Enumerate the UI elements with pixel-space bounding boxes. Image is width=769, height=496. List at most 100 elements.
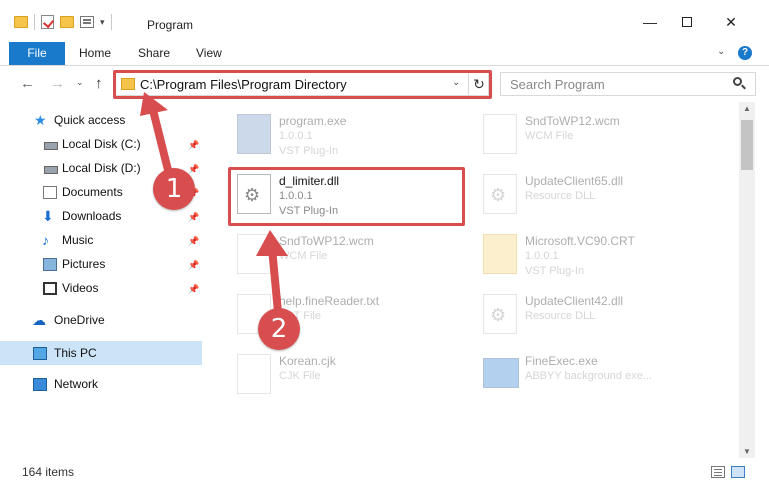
drive-icon — [44, 141, 58, 150]
search-icon[interactable] — [733, 77, 746, 90]
folder-icon — [483, 234, 517, 274]
search-placeholder: Search Program — [510, 77, 605, 92]
help-icon[interactable]: ? — [738, 46, 752, 60]
file-name: SndToWP12.wcm — [525, 114, 620, 128]
nav-label: Local Disk (C:) — [62, 137, 141, 151]
close-button[interactable]: ✕ — [711, 10, 751, 34]
maximize-button[interactable] — [667, 10, 707, 34]
navigation-pane: ★ Quick access Local Disk (C:) 📌 Local D… — [0, 102, 205, 458]
sidebar-item-local-disk-c[interactable]: Local Disk (C:) 📌 — [0, 132, 202, 156]
nav-label: Videos — [62, 281, 99, 295]
tiles-view-icon[interactable] — [731, 466, 745, 478]
scroll-down-icon[interactable]: ▼ — [743, 447, 751, 456]
nav-label: Documents — [62, 185, 123, 199]
customize-toolbar-icon[interactable] — [80, 16, 94, 28]
file-item[interactable]: SndToWP12.wcm WCM File — [229, 228, 459, 288]
expand-ribbon-icon[interactable]: ⌄ — [717, 46, 725, 57]
recent-locations-icon[interactable]: ⌄ — [76, 77, 84, 88]
back-button[interactable]: ← — [20, 75, 35, 92]
file-version: 1.0.0.1 — [525, 250, 559, 262]
file-item[interactable]: Korean.cjk CJK File — [229, 348, 459, 408]
file-type: WCM File — [279, 250, 328, 262]
window-title: Program — [147, 18, 194, 32]
file-name: FineExec.exe — [525, 354, 598, 368]
cloud-icon: ☁ — [32, 311, 46, 328]
pin-icon[interactable]: 📌 — [188, 164, 199, 174]
item-count: 164 items — [22, 465, 75, 479]
network-icon — [33, 377, 47, 391]
documents-icon — [43, 185, 57, 199]
sidebar-item-music[interactable]: ♪ Music 📌 — [0, 228, 202, 252]
pin-icon[interactable]: 📌 — [188, 260, 199, 270]
up-button[interactable]: ↑ — [95, 75, 103, 92]
file-type: VST Plug-In — [279, 145, 339, 157]
nav-label: Network — [54, 377, 99, 391]
details-view-icon[interactable] — [711, 466, 725, 478]
file-icon — [237, 234, 271, 274]
videos-icon — [43, 281, 57, 295]
file-name: help.fineReader.txt — [279, 294, 380, 308]
search-input[interactable]: Search Program — [500, 72, 756, 96]
nav-label: OneDrive — [54, 313, 105, 327]
file-item[interactable]: SndToWP12.wcm WCM File — [475, 108, 705, 168]
tab-share[interactable]: Share — [138, 42, 170, 65]
nav-label: This PC — [54, 346, 97, 360]
file-item[interactable]: UpdateClient42.dll Resource DLL — [475, 288, 705, 348]
step-2-badge: 2 — [258, 308, 300, 350]
scroll-thumb[interactable] — [741, 120, 753, 170]
minimize-button[interactable]: — — [630, 10, 670, 34]
address-highlight-box — [113, 70, 492, 99]
pin-icon[interactable]: 📌 — [188, 140, 199, 150]
pictures-icon — [43, 257, 57, 271]
dll-gear-icon — [483, 174, 517, 214]
file-name: UpdateClient42.dll — [525, 294, 624, 308]
forward-button[interactable]: → — [50, 75, 65, 92]
sidebar-item-onedrive[interactable]: ☁ OneDrive — [0, 308, 202, 332]
nav-label: Pictures — [62, 257, 106, 271]
properties-check-icon[interactable] — [41, 15, 54, 29]
sidebar-item-pictures[interactable]: Pictures 📌 — [0, 252, 202, 276]
status-bar: 164 items — [0, 458, 769, 496]
sidebar-item-network[interactable]: Network — [0, 372, 202, 396]
file-icon — [483, 114, 517, 154]
new-folder-icon[interactable] — [60, 16, 74, 28]
pin-icon[interactable]: 📌 — [188, 212, 199, 222]
chevron-down-icon[interactable]: ▾ — [100, 17, 105, 28]
star-icon: ★ — [34, 111, 47, 128]
file-name: Korean.cjk — [279, 354, 336, 368]
application-icon — [483, 358, 519, 388]
step-1-badge: 1 — [153, 168, 195, 210]
tab-view[interactable]: View — [196, 42, 222, 65]
downloads-icon: ⬇ — [42, 207, 54, 224]
computer-icon — [33, 346, 47, 360]
file-item[interactable]: program.exe 1.0.0.1 VST Plug-In — [229, 108, 459, 168]
file-item[interactable]: FineExec.exe ABBYY background exe... — [475, 348, 705, 408]
tab-home[interactable]: Home — [79, 42, 111, 65]
ribbon: File Home Share View ⌄ ? — [0, 42, 769, 66]
sidebar-item-videos[interactable]: Videos 📌 — [0, 276, 202, 300]
dll-gear-icon — [483, 294, 517, 334]
pin-icon[interactable]: 📌 — [188, 236, 199, 246]
file-highlight-box — [228, 167, 465, 226]
maximize-icon — [682, 17, 692, 27]
scroll-up-icon[interactable]: ▲ — [743, 104, 751, 113]
pin-icon[interactable]: 📌 — [188, 284, 199, 294]
divider — [110, 14, 112, 30]
sidebar-item-this-pc[interactable]: This PC — [0, 341, 202, 365]
music-icon: ♪ — [42, 231, 49, 248]
file-type: Resource DLL — [525, 310, 596, 322]
file-item[interactable]: UpdateClient65.dll Resource DLL — [475, 168, 705, 228]
nav-quick-access[interactable]: ★ Quick access — [0, 108, 202, 132]
tab-file[interactable]: File — [9, 42, 65, 65]
file-icon — [237, 354, 271, 394]
file-icon — [237, 114, 271, 154]
vertical-scrollbar[interactable]: ▲ ▼ — [739, 102, 755, 458]
file-name: UpdateClient65.dll — [525, 174, 624, 188]
nav-label: Local Disk (D:) — [62, 161, 141, 175]
file-item[interactable]: Microsoft.VC90.CRT 1.0.0.1 VST Plug-In — [475, 228, 705, 288]
file-list: program.exe 1.0.0.1 VST Plug-In d_limite… — [205, 102, 738, 458]
file-type: ABBYY background exe... — [525, 370, 652, 382]
file-version: 1.0.0.1 — [279, 130, 313, 142]
drive-icon — [44, 165, 58, 174]
file-type: WCM File — [525, 130, 574, 142]
